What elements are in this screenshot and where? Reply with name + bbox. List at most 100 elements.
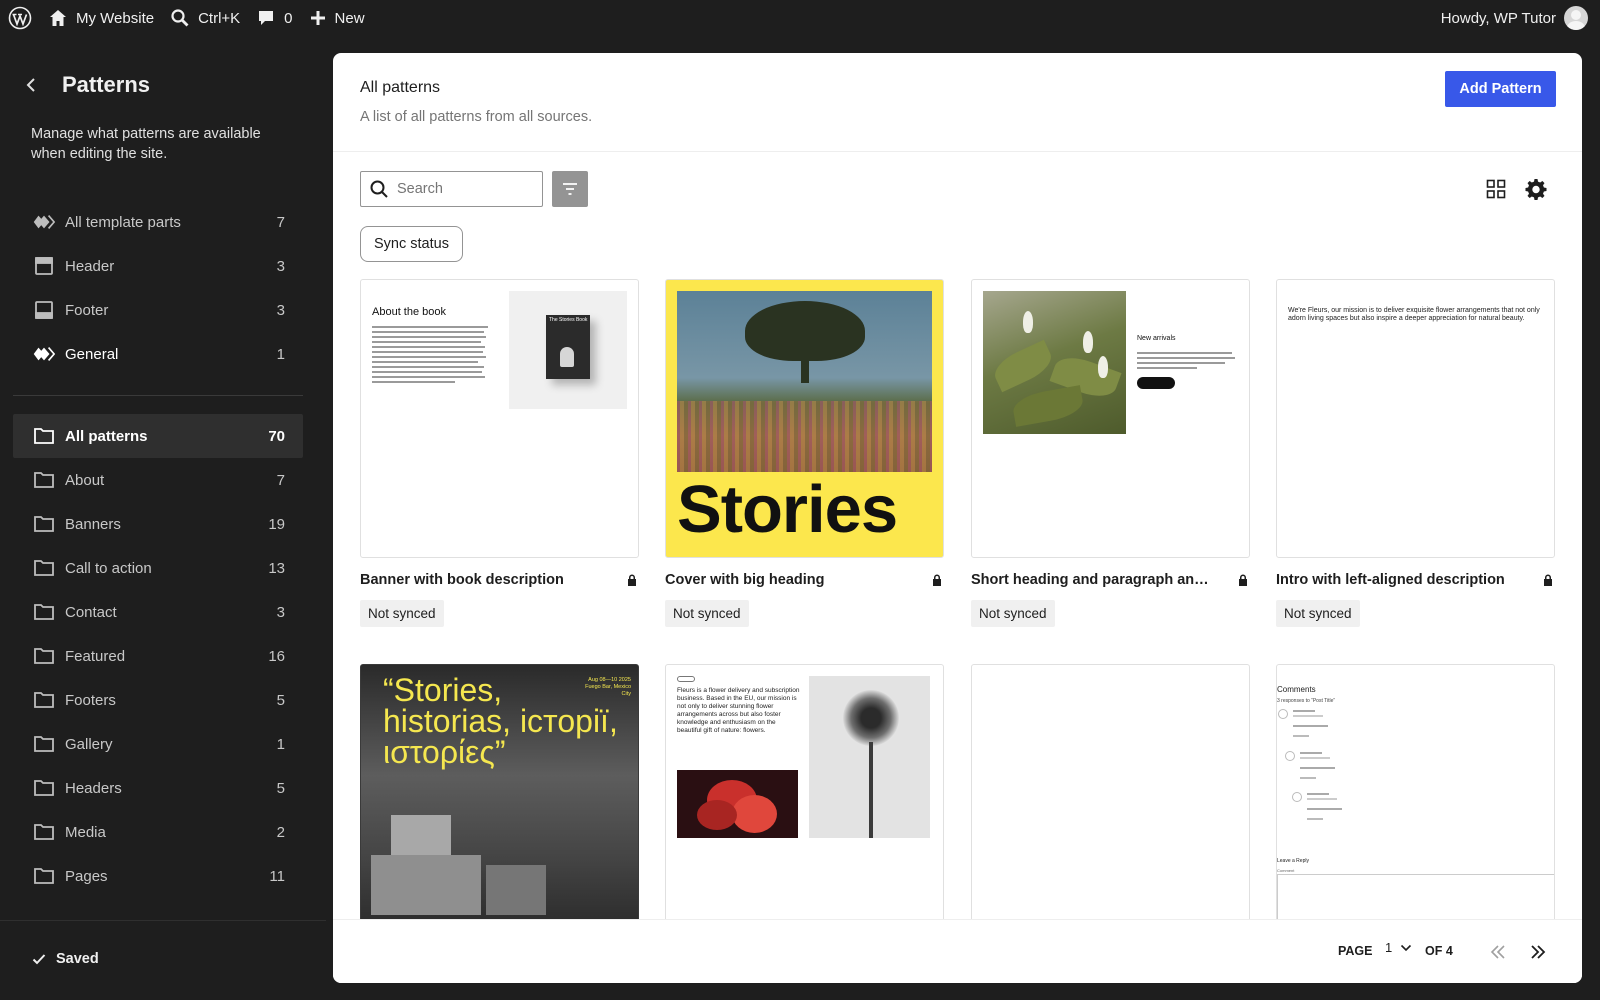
- footer-icon: [33, 299, 55, 321]
- sidebar-item-count: 70: [268, 427, 285, 445]
- pattern-preview-quote[interactable]: “Stories, historias, історії, ιστορίες” …: [360, 664, 639, 943]
- sidebar-item-footers[interactable]: Footers 5: [13, 678, 303, 722]
- pattern-title[interactable]: Cover with big heading: [665, 572, 825, 588]
- new-content-link[interactable]: New: [301, 0, 373, 36]
- sidebar-item-label: Call to action: [65, 559, 152, 577]
- preview-big-heading: Stories: [677, 472, 898, 547]
- search-input[interactable]: [397, 181, 537, 197]
- pattern-title[interactable]: Intro with left-aligned description: [1276, 572, 1505, 588]
- preview-subheading: 3 responses to “Post Title”: [1277, 698, 1336, 704]
- check-icon: [32, 954, 46, 965]
- previous-page-button[interactable]: [1486, 940, 1510, 964]
- sidebar-item-contact[interactable]: Contact 3: [13, 590, 303, 634]
- sidebar-item-count: 19: [268, 515, 285, 533]
- site-name-link[interactable]: My Website: [40, 0, 162, 36]
- pattern-card[interactable]: Stories Cover with big heading Not synce…: [665, 279, 944, 627]
- new-label: New: [334, 9, 365, 27]
- filter-icon: [563, 183, 577, 195]
- pattern-preview-blank[interactable]: [971, 664, 1250, 943]
- pattern-preview-cover[interactable]: Stories: [665, 279, 944, 558]
- sidebar-item-label: All patterns: [65, 427, 148, 445]
- pattern-card[interactable]: [971, 664, 1250, 943]
- wordpress-logo-icon[interactable]: [0, 0, 40, 36]
- header-icon: [33, 255, 55, 277]
- sidebar-item-headers[interactable]: Headers 5: [13, 766, 303, 810]
- pattern-card[interactable]: New arrivals Short heading and paragraph…: [971, 279, 1250, 627]
- comment-avatar: [1285, 751, 1295, 761]
- pattern-title-row: Banner with book description: [360, 572, 639, 588]
- sidebar-item-about[interactable]: About 7: [13, 458, 303, 502]
- add-pattern-button[interactable]: Add Pattern: [1445, 71, 1556, 107]
- sidebar-item-count: 7: [276, 213, 285, 231]
- sidebar-item-all-patterns[interactable]: All patterns 70: [13, 414, 303, 458]
- general-icon: [33, 343, 55, 365]
- grid-view-button[interactable]: [1484, 177, 1508, 201]
- pattern-title[interactable]: Short heading and paragraph and image on…: [971, 572, 1216, 588]
- sidebar-item-general[interactable]: General 1: [13, 332, 303, 376]
- sidebar-item-pages[interactable]: Pages 11: [13, 854, 303, 898]
- sidebar-divider: [13, 395, 303, 396]
- chevron-left-icon: [26, 78, 35, 92]
- sidebar-item-footer[interactable]: Footer 3: [13, 288, 303, 332]
- sidebar-item-all-template-parts[interactable]: All template parts 7: [13, 200, 303, 244]
- folder-icon: [33, 733, 55, 755]
- pattern-preview-fleurs[interactable]: Fleurs is a flower delivery and subscrip…: [665, 664, 944, 943]
- preview-text-lines: [372, 326, 490, 386]
- pattern-categories-nav: All patterns 70 About 7 Banners 19 Call …: [13, 414, 303, 898]
- sidebar-item-media[interactable]: Media 2: [13, 810, 303, 854]
- pattern-card[interactable]: Comments 3 responses to “Post Title” Lea…: [1276, 664, 1555, 943]
- filter-button[interactable]: [552, 171, 588, 207]
- book-cover-title: The Stories Book: [549, 317, 588, 323]
- sidebar-item-label: All template parts: [65, 213, 181, 231]
- pattern-card[interactable]: Fleurs is a flower delivery and subscrip…: [665, 664, 944, 943]
- sidebar-item-header[interactable]: Header 3: [13, 244, 303, 288]
- total-pages-label: OF 4: [1425, 944, 1453, 958]
- pattern-title-row: Intro with left-aligned description: [1276, 572, 1555, 588]
- sidebar-item-count: 5: [276, 779, 285, 797]
- sidebar-item-count: 1: [276, 735, 285, 753]
- sidebar-item-call-to-action[interactable]: Call to action 13: [13, 546, 303, 590]
- sidebar-item-count: 1: [276, 345, 285, 363]
- view-options-button[interactable]: [1524, 177, 1548, 201]
- lock-icon: [1541, 573, 1555, 587]
- comments-link[interactable]: 0: [248, 0, 300, 36]
- preview-reply-heading: Leave a Reply: [1277, 858, 1309, 864]
- pattern-title[interactable]: Banner with book description: [360, 572, 564, 588]
- sidebar-item-count: 3: [276, 603, 285, 621]
- lock-icon: [625, 573, 639, 587]
- folder-icon: [33, 821, 55, 843]
- page-subtitle: A list of all patterns from all sources.: [360, 109, 593, 125]
- page-select[interactable]: 1: [1385, 940, 1412, 955]
- greeting-text: Howdy, WP Tutor: [1440, 9, 1556, 27]
- pattern-card[interactable]: “Stories, historias, історії, ιστορίες” …: [360, 664, 639, 943]
- search-icon: [171, 9, 189, 27]
- red-flower-image: [677, 770, 798, 838]
- leaf-shape: [1010, 385, 1086, 427]
- flower-bloom: [1083, 331, 1093, 353]
- sidebar-item-gallery[interactable]: Gallery 1: [13, 722, 303, 766]
- back-button[interactable]: [20, 74, 42, 96]
- next-page-button[interactable]: [1526, 940, 1550, 964]
- folder-icon: [33, 601, 55, 623]
- sidebar-item-featured[interactable]: Featured 16: [13, 634, 303, 678]
- sync-status-filter[interactable]: Sync status: [360, 226, 463, 262]
- comment-avatar: [1292, 792, 1302, 802]
- pattern-card[interactable]: We're Fleurs, our mission is to deliver …: [1276, 279, 1555, 627]
- sidebar-item-label: Headers: [65, 779, 122, 797]
- preview-event-date: Aug 08—10 2025 Fuego Bar, Mexico City: [585, 677, 631, 697]
- pattern-preview-book[interactable]: About the book The Stories Book: [360, 279, 639, 558]
- sidebar-item-count: 13: [268, 559, 285, 577]
- account-menu[interactable]: Howdy, WP Tutor: [1441, 6, 1600, 30]
- search-box: [360, 171, 543, 207]
- sidebar-item-label: Contact: [65, 603, 117, 621]
- sidebar-item-count: 3: [276, 301, 285, 319]
- pattern-preview-arrivals[interactable]: New arrivals: [971, 279, 1250, 558]
- preview-landscape-image: [677, 291, 932, 472]
- command-palette-link[interactable]: Ctrl+K: [162, 0, 248, 36]
- page-title: All patterns: [360, 79, 441, 96]
- pattern-preview-comments[interactable]: Comments 3 responses to “Post Title” Lea…: [1276, 664, 1555, 943]
- pattern-preview-intro[interactable]: We're Fleurs, our mission is to deliver …: [1276, 279, 1555, 558]
- sidebar-item-banners[interactable]: Banners 19: [13, 502, 303, 546]
- pattern-card[interactable]: About the book The Stories Book Banner w…: [360, 279, 639, 627]
- sync-badge: Not synced: [665, 600, 749, 627]
